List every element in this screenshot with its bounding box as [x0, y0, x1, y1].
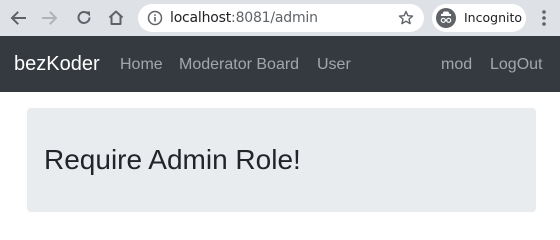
- page-message: Require Admin Role!: [44, 144, 301, 175]
- brand-link[interactable]: bezKoder: [14, 53, 100, 75]
- browser-toolbar: localhost:8081/admin Incognito: [0, 0, 560, 36]
- message-panel: Require Admin Role!: [27, 108, 536, 212]
- kebab-menu-icon[interactable]: [536, 8, 552, 28]
- nav-home-link[interactable]: Home: [120, 55, 163, 74]
- incognito-badge[interactable]: Incognito: [432, 4, 526, 32]
- url-text[interactable]: localhost:8081/admin: [170, 10, 318, 26]
- home-icon[interactable]: [104, 6, 128, 30]
- nav-user-link[interactable]: User: [317, 55, 351, 74]
- info-icon[interactable]: [147, 10, 163, 26]
- star-icon[interactable]: [398, 10, 414, 26]
- nav-profile-link[interactable]: mod: [441, 55, 472, 74]
- url-path: :8081/admin: [231, 10, 318, 26]
- incognito-icon: [436, 8, 456, 28]
- forward-arrow-icon[interactable]: [38, 6, 62, 30]
- app-navbar: bezKoder Home Moderator Board User mod L…: [0, 36, 560, 92]
- nav-moderator-board-link[interactable]: Moderator Board: [179, 55, 299, 74]
- back-arrow-icon[interactable]: [6, 6, 30, 30]
- address-bar[interactable]: localhost:8081/admin: [138, 4, 424, 32]
- url-host: localhost: [170, 10, 232, 26]
- nav-logout-link[interactable]: LogOut: [490, 55, 542, 74]
- incognito-label: Incognito: [464, 10, 523, 25]
- reload-icon[interactable]: [72, 6, 96, 30]
